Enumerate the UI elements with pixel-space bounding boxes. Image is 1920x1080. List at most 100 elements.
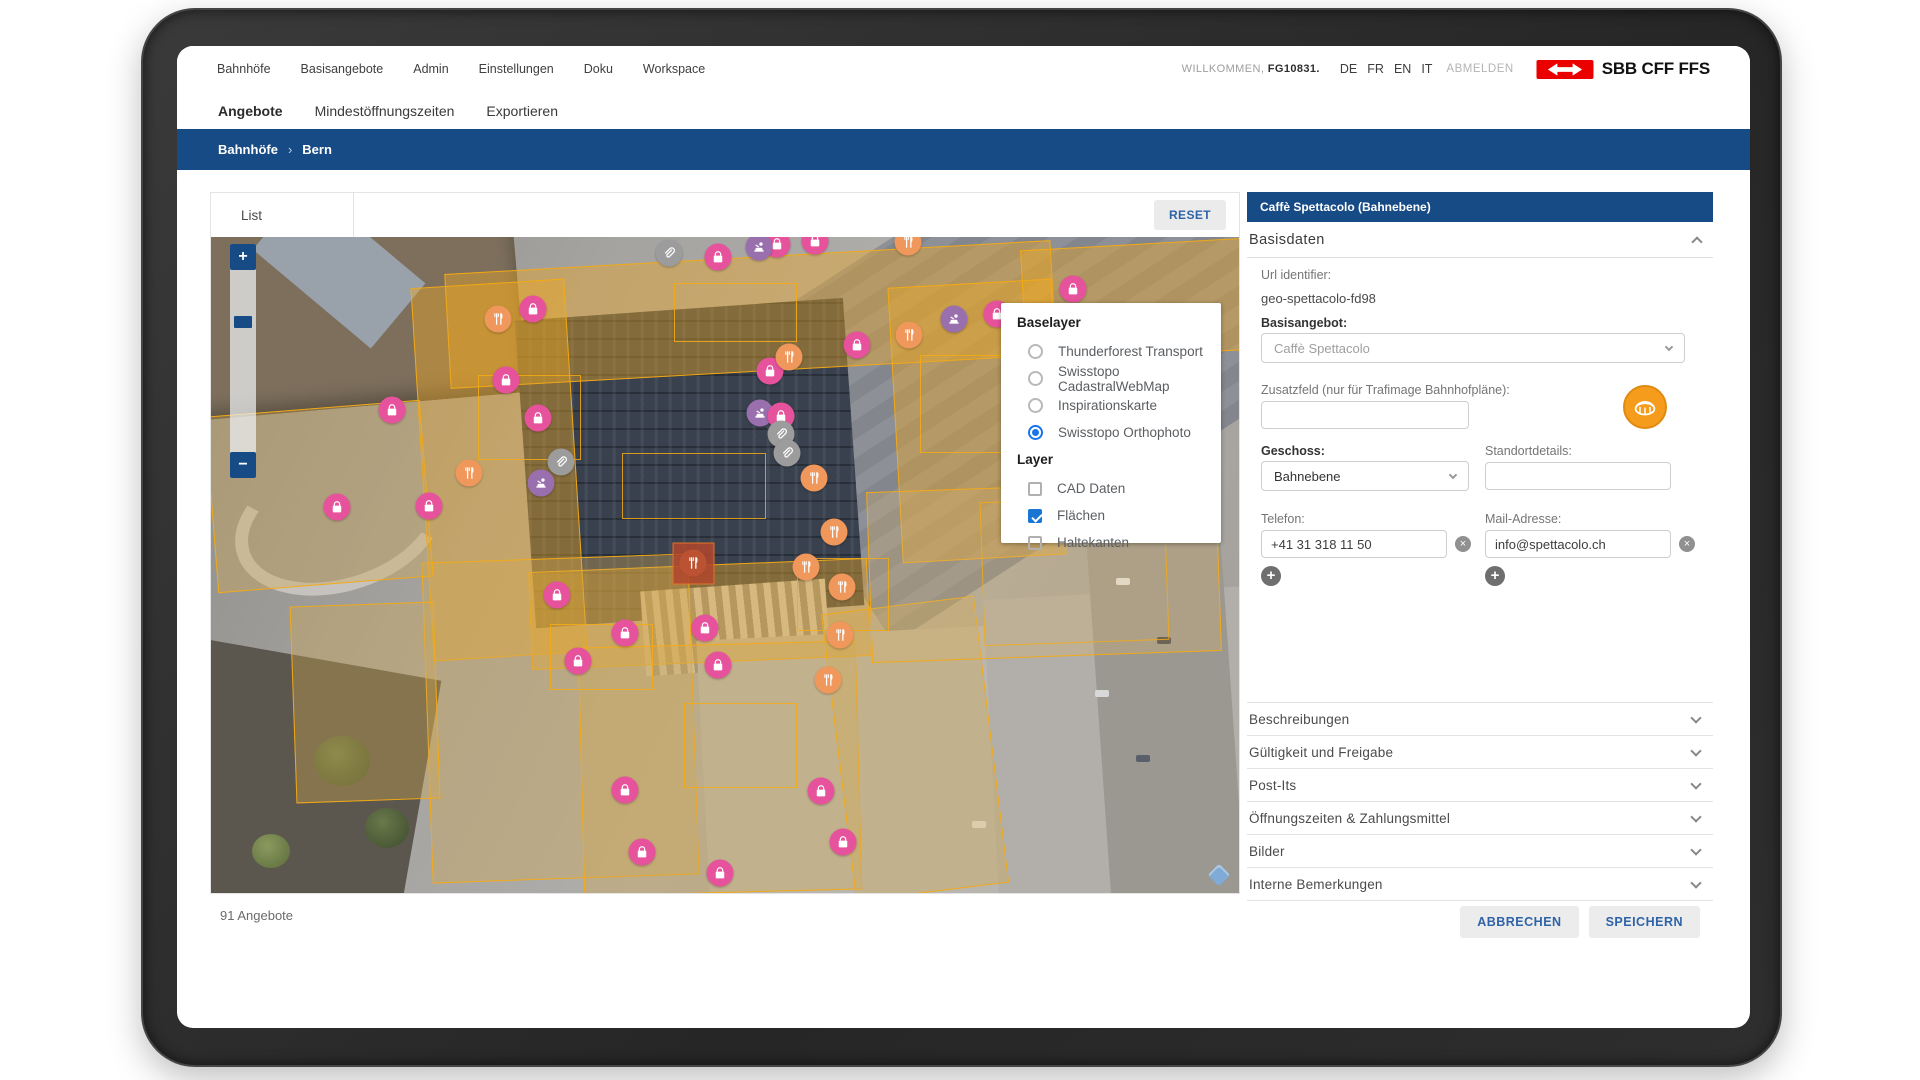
paperclip-marker-icon[interactable] bbox=[547, 449, 574, 476]
chevron-down-icon bbox=[1690, 778, 1701, 789]
shopping-bag-marker-icon[interactable] bbox=[324, 494, 351, 521]
add-telefon-button[interactable]: + bbox=[1261, 566, 1281, 586]
shopping-bag-marker-icon[interactable] bbox=[612, 619, 639, 646]
shopping-bag-marker-icon[interactable] bbox=[1060, 276, 1087, 303]
restaurant-marker-icon[interactable] bbox=[814, 667, 841, 694]
restaurant-marker-icon[interactable] bbox=[484, 306, 511, 333]
baselayer-option-swisstopo-orthophoto[interactable]: Swisstopo Orthophoto bbox=[1017, 419, 1221, 446]
layer-option-flächen[interactable]: Flächen bbox=[1017, 502, 1221, 529]
language-it[interactable]: IT bbox=[1421, 62, 1432, 76]
map-canvas[interactable]: + − Baselayer Thunderforest TransportSwi… bbox=[210, 237, 1240, 894]
accordion-section-öffnungszeiten-zahlungsmittel[interactable]: Öffnungszeiten & Zahlungsmittel bbox=[1247, 802, 1713, 835]
layer-option-label: CAD Daten bbox=[1057, 481, 1125, 496]
shopping-bag-marker-icon[interactable] bbox=[378, 397, 405, 424]
accordion-section-label: Öffnungszeiten & Zahlungsmittel bbox=[1249, 811, 1450, 826]
layer-option-label: Haltekanten bbox=[1057, 535, 1129, 550]
cancel-button[interactable]: ABBRECHEN bbox=[1460, 906, 1578, 938]
restaurant-marker-icon[interactable] bbox=[456, 460, 483, 487]
zoom-out-button[interactable]: − bbox=[230, 452, 256, 478]
zoom-slider-handle[interactable] bbox=[234, 316, 252, 328]
shopping-bag-marker-icon[interactable] bbox=[830, 829, 857, 856]
shopping-bag-marker-icon[interactable] bbox=[493, 367, 520, 394]
basisangebot-select[interactable]: Caffè Spettacolo bbox=[1261, 333, 1685, 363]
language-de[interactable]: DE bbox=[1340, 62, 1357, 76]
chevron-down-icon bbox=[1665, 342, 1673, 350]
chevron-down-icon bbox=[1690, 745, 1701, 756]
standortdetails-input[interactable] bbox=[1485, 462, 1671, 490]
tab-list[interactable]: List bbox=[211, 193, 354, 237]
map-toolbar: List RESET bbox=[210, 192, 1240, 237]
add-mail-button[interactable]: + bbox=[1485, 566, 1505, 586]
restaurant-marker-icon[interactable] bbox=[775, 344, 802, 371]
restaurant-marker-icon[interactable] bbox=[894, 237, 921, 256]
reset-button[interactable]: RESET bbox=[1154, 200, 1226, 230]
baselayer-option-swisstopo-cadastralwebmap[interactable]: Swisstopo CadastralWebMap bbox=[1017, 365, 1221, 392]
accordion-section-post-its[interactable]: Post-Its bbox=[1247, 769, 1713, 802]
restaurant-marker-icon[interactable] bbox=[680, 550, 707, 577]
top-nav-item-doku[interactable]: Doku bbox=[584, 62, 613, 76]
restaurant-marker-icon[interactable] bbox=[820, 518, 847, 545]
accordion-section-gültigkeit-und-freigabe[interactable]: Gültigkeit und Freigabe bbox=[1247, 736, 1713, 769]
top-nav-item-basisangebote[interactable]: Basisangebote bbox=[301, 62, 384, 76]
restaurant-marker-icon[interactable] bbox=[829, 573, 856, 600]
shopping-bag-marker-icon[interactable] bbox=[706, 860, 733, 887]
section-basisdaten[interactable]: Basisdaten bbox=[1247, 222, 1713, 258]
accordion-section-beschreibungen[interactable]: Beschreibungen bbox=[1247, 703, 1713, 736]
service-counter-marker-icon[interactable] bbox=[941, 306, 968, 333]
zoom-slider-track[interactable] bbox=[230, 244, 256, 478]
baselayer-options: Thunderforest TransportSwisstopo Cadastr… bbox=[1017, 338, 1221, 446]
panel-actions: ABBRECHEN SPEICHERN bbox=[1460, 906, 1700, 938]
standortdetails-label: Standortdetails: bbox=[1485, 444, 1572, 458]
baselayer-option-label: Swisstopo Orthophoto bbox=[1058, 425, 1191, 440]
paperclip-marker-icon[interactable] bbox=[773, 440, 800, 467]
baselayer-option-thunderforest-transport[interactable]: Thunderforest Transport bbox=[1017, 338, 1221, 365]
geschoss-select[interactable]: Bahnebene bbox=[1261, 461, 1469, 491]
shopping-bag-marker-icon[interactable] bbox=[612, 777, 639, 804]
shopping-bag-marker-icon[interactable] bbox=[628, 839, 655, 866]
layer-option-cad-daten[interactable]: CAD Daten bbox=[1017, 475, 1221, 502]
shopping-bag-marker-icon[interactable] bbox=[802, 237, 829, 254]
language-fr[interactable]: FR bbox=[1367, 62, 1384, 76]
clear-telefon-icon[interactable]: × bbox=[1455, 536, 1471, 552]
restaurant-marker-icon[interactable] bbox=[801, 464, 828, 491]
restaurant-marker-icon[interactable] bbox=[896, 322, 923, 349]
shopping-bag-marker-icon[interactable] bbox=[519, 296, 546, 323]
shopping-bag-marker-icon[interactable] bbox=[524, 405, 551, 432]
clear-mail-icon[interactable]: × bbox=[1679, 536, 1695, 552]
save-button[interactable]: SPEICHERN bbox=[1589, 906, 1700, 938]
zoom-in-button[interactable]: + bbox=[230, 244, 256, 270]
breadcrumb-root[interactable]: Bahnhöfe bbox=[218, 142, 278, 157]
top-nav-item-admin[interactable]: Admin bbox=[413, 62, 448, 76]
mail-adresse-input[interactable] bbox=[1485, 530, 1671, 558]
shopping-bag-marker-icon[interactable] bbox=[704, 652, 731, 679]
top-nav-item-einstellungen[interactable]: Einstellungen bbox=[479, 62, 554, 76]
shopping-bag-marker-icon[interactable] bbox=[564, 647, 591, 674]
shopping-bag-marker-icon[interactable] bbox=[807, 778, 834, 805]
top-nav-item-bahnhöfe[interactable]: Bahnhöfe bbox=[217, 62, 271, 76]
shopping-bag-marker-icon[interactable] bbox=[704, 243, 731, 270]
layer-option-haltekanten[interactable]: Haltekanten bbox=[1017, 529, 1221, 556]
paperclip-marker-icon[interactable] bbox=[656, 240, 683, 267]
language-en[interactable]: EN bbox=[1394, 62, 1411, 76]
zusatzfeld-input[interactable] bbox=[1261, 401, 1469, 429]
shopping-bag-marker-icon[interactable] bbox=[843, 332, 870, 359]
map-panel: List RESET bbox=[210, 192, 1240, 923]
top-nav-item-workspace[interactable]: Workspace bbox=[643, 62, 705, 76]
accordion-section-bilder[interactable]: Bilder bbox=[1247, 835, 1713, 868]
sub-nav-item-mindestöffnungszeiten[interactable]: Mindestöffnungszeiten bbox=[315, 103, 455, 119]
sub-nav-item-angebote[interactable]: Angebote bbox=[218, 103, 283, 119]
logout-link[interactable]: ABMELDEN bbox=[1446, 63, 1513, 75]
service-counter-marker-icon[interactable] bbox=[745, 237, 772, 260]
sub-nav-item-exportieren[interactable]: Exportieren bbox=[486, 103, 558, 119]
telefon-input[interactable] bbox=[1261, 530, 1447, 558]
baselayer-option-inspirationskarte[interactable]: Inspirationskarte bbox=[1017, 392, 1221, 419]
restaurant-marker-icon[interactable] bbox=[827, 622, 854, 649]
radio-icon bbox=[1028, 398, 1043, 413]
restaurant-marker-icon[interactable] bbox=[793, 553, 820, 580]
shopping-bag-marker-icon[interactable] bbox=[415, 492, 442, 519]
service-counter-marker-icon[interactable] bbox=[527, 470, 554, 497]
shopping-bag-marker-icon[interactable] bbox=[544, 581, 571, 608]
welcome-text: WILLKOMMEN, FG10831. bbox=[1182, 63, 1320, 75]
shopping-bag-marker-icon[interactable] bbox=[692, 614, 719, 641]
accordion-section-interne-bemerkungen[interactable]: Interne Bemerkungen bbox=[1247, 868, 1713, 901]
